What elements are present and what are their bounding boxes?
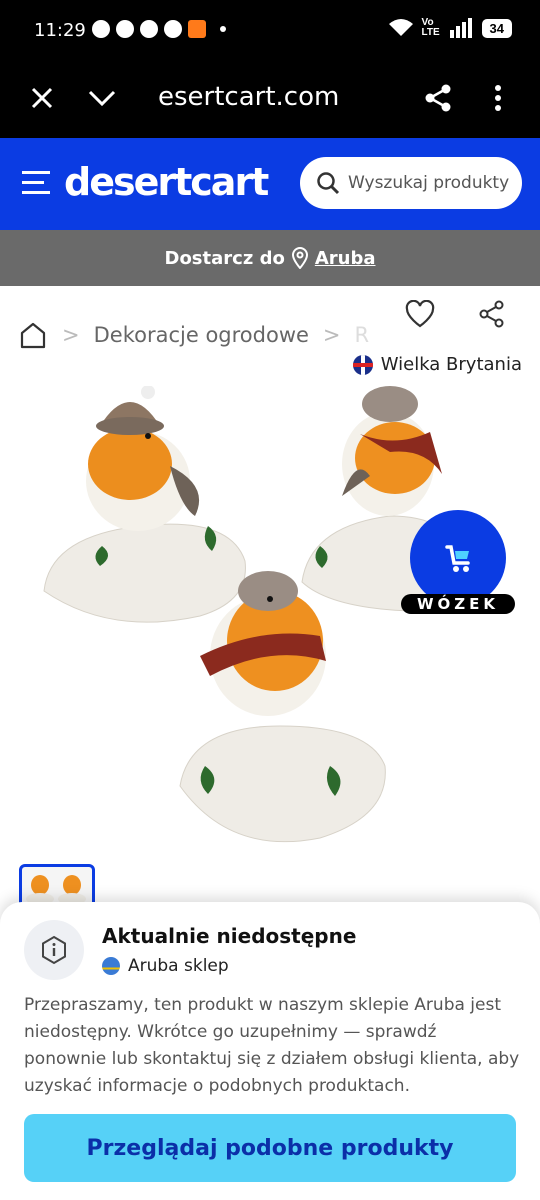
chat-icon: [140, 20, 158, 38]
origin-label: Wielka Brytania: [380, 354, 522, 375]
breadcrumb-separator: >: [322, 323, 341, 347]
cart-button[interactable]: [410, 510, 506, 606]
browse-similar-button[interactable]: Przeglądaj podobne produkty: [24, 1114, 516, 1182]
search-box[interactable]: Wyszukaj produkty: [300, 157, 522, 209]
more-button[interactable]: [478, 78, 518, 118]
cart-label[interactable]: WÓZEK: [401, 594, 515, 614]
share-button[interactable]: [418, 78, 458, 118]
unavailable-title: Aktualnie niedostępne: [102, 924, 357, 948]
info-icon: [42, 935, 66, 965]
search-placeholder: Wyszukaj produkty: [348, 173, 510, 193]
collapse-button[interactable]: [82, 78, 122, 118]
battery-indicator: 34: [481, 18, 512, 38]
network-label: Vo LTE: [421, 17, 440, 38]
signal-icon: [449, 18, 472, 38]
aruba-flag-icon: [102, 957, 120, 975]
close-icon: [31, 87, 53, 109]
location-pin-icon: [291, 247, 308, 269]
url-text[interactable]: esertcart.com: [158, 82, 339, 112]
breadcrumb-separator: >: [62, 323, 80, 347]
delivery-bar[interactable]: Dostarcz do Aruba: [0, 230, 540, 286]
whatsapp-icon: [92, 20, 110, 38]
status-right: Vo LTE 34: [388, 18, 512, 38]
cart-icon: [445, 545, 470, 572]
search-icon: [317, 172, 340, 195]
hamburger-icon: [22, 171, 50, 194]
store-info: Aruba sklep: [102, 956, 229, 976]
product-share-button[interactable]: [470, 292, 514, 336]
delivery-location[interactable]: Aruba: [315, 248, 376, 269]
breadcrumb: > Dekoracje ogrodowe > R: [18, 320, 369, 350]
origin-country: Wielka Brytania: [352, 354, 522, 375]
messenger-icon: [164, 20, 182, 38]
home-icon[interactable]: [18, 320, 48, 350]
temu-icon: [188, 20, 206, 38]
heart-icon: [405, 300, 435, 328]
facebook-icon: [116, 20, 134, 38]
thumbnail-image: [26, 875, 86, 905]
chevron-down-icon: [88, 90, 116, 107]
unavailable-message: Przepraszamy, ten produkt w naszym sklep…: [24, 995, 520, 1096]
uk-flag-icon: [352, 354, 373, 375]
status-bar: 11:29 Vo LTE 34: [0, 0, 540, 60]
delivery-label: Dostarcz do: [164, 247, 285, 269]
site-header: desertcart Wyszukaj produkty: [0, 138, 540, 230]
info-badge: [24, 920, 84, 980]
robin-figurine-hat: [43, 386, 246, 623]
status-time: 11:29: [34, 20, 86, 41]
close-button[interactable]: [22, 78, 62, 118]
breadcrumb-item-truncated[interactable]: R: [355, 323, 370, 347]
store-name: Aruba sklep: [128, 956, 229, 976]
browser-toolbar: esertcart.com: [0, 60, 540, 138]
more-notifications-dot: [220, 26, 226, 32]
breadcrumb-item-garden-decor[interactable]: Dekoracje ogrodowe: [94, 323, 309, 347]
unavailable-sheet: Aktualnie niedostępne Aruba sklep Przepr…: [0, 902, 540, 1200]
notification-icons: [92, 20, 226, 38]
site-logo[interactable]: desertcart: [64, 160, 269, 204]
wishlist-button[interactable]: [398, 292, 442, 336]
product-image[interactable]: [30, 386, 510, 856]
share-icon: [425, 84, 451, 112]
menu-button[interactable]: [22, 170, 52, 201]
more-vert-icon: [495, 85, 501, 111]
wifi-icon: [388, 19, 413, 36]
share-icon: [479, 300, 504, 328]
